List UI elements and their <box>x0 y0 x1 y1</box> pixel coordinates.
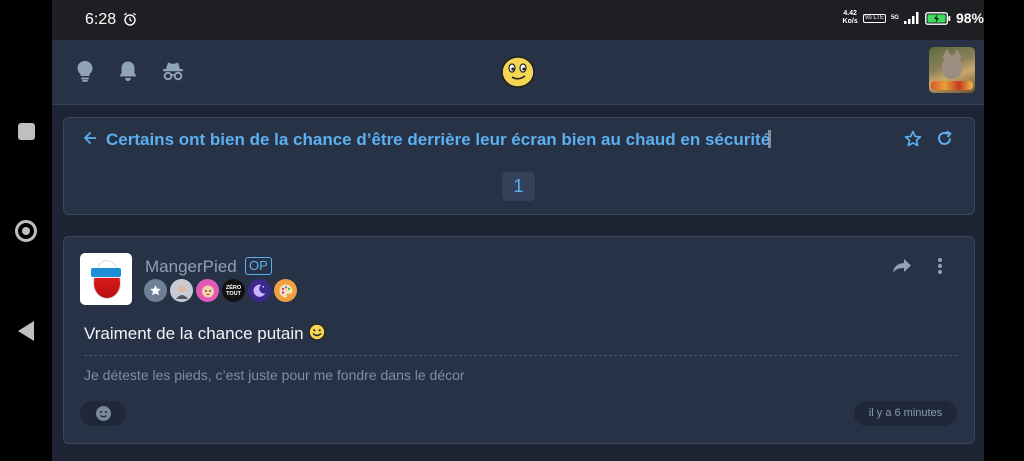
baby-face-icon <box>201 285 214 297</box>
post-card: MangerPied OP ZÉRO TOUT Vraiment de la c… <box>63 236 975 444</box>
topic-header-card: Certains ont bien de la chance d’être de… <box>63 117 975 215</box>
baby-badge[interactable] <box>196 279 219 302</box>
incognito-icon[interactable] <box>162 60 184 82</box>
star-badge[interactable] <box>144 279 167 302</box>
bell-icon[interactable] <box>118 60 138 82</box>
star-badge-icon <box>150 285 161 296</box>
lightbulb-icon[interactable] <box>76 60 94 82</box>
back-arrow-icon[interactable] <box>83 131 97 145</box>
signal-icon <box>903 12 919 24</box>
net-speed: 4.42 Ko/s <box>842 10 858 25</box>
recents-button[interactable] <box>0 118 52 144</box>
smiley-emoji-icon <box>308 323 326 341</box>
alarm-icon <box>124 12 136 26</box>
battery-percent: 98% <box>955 10 984 26</box>
kinder-egg-picture <box>93 260 121 299</box>
volte-indicator: Vo LTE <box>862 13 886 23</box>
author-avatar[interactable] <box>80 253 132 305</box>
share-icon[interactable] <box>892 258 912 274</box>
android-nav-bar <box>0 0 52 461</box>
emoji-react-icon <box>95 406 111 421</box>
cat-picture <box>942 49 962 79</box>
star-icon[interactable] <box>904 130 922 148</box>
reaction-button[interactable] <box>80 401 126 426</box>
home-button[interactable] <box>0 216 52 246</box>
page-1-button[interactable]: 1 <box>502 172 535 201</box>
right-edge-bar <box>984 0 1024 461</box>
battery-charging-icon <box>925 11 951 25</box>
op-badge: OP <box>245 257 272 275</box>
text-cursor <box>768 130 772 148</box>
zero-tout-badge[interactable]: ZÉRO TOUT <box>222 279 245 302</box>
app-window: 6:28 4.42 Ko/s Vo LTE 5G 98% Certains on… <box>52 0 984 461</box>
palette-badge[interactable] <box>274 279 297 302</box>
square-icon <box>17 122 35 140</box>
badge-list: ZÉRO TOUT <box>144 279 297 302</box>
signature-divider <box>84 355 957 356</box>
portrait-icon <box>175 285 188 299</box>
app-header <box>52 40 984 105</box>
moon-icon <box>253 284 266 297</box>
status-bar: 6:28 4.42 Ko/s Vo LTE 5G 98% <box>52 0 984 40</box>
network-type: 5G <box>890 14 899 21</box>
smiley-mascot-icon[interactable] <box>500 55 536 89</box>
more-options-icon[interactable] <box>937 257 943 275</box>
clock-time: 6:28 <box>85 11 117 28</box>
topic-title[interactable]: Certains ont bien de la chance d’être de… <box>106 130 772 150</box>
status-indicators: 4.42 Ko/s Vo LTE 5G 98% <box>843 10 984 26</box>
refresh-icon[interactable] <box>936 130 953 147</box>
post-timestamp: il y a 6 minutes <box>854 401 957 426</box>
author-name[interactable]: MangerPied <box>145 257 237 277</box>
portrait-badge[interactable] <box>170 279 193 302</box>
back-triangle-icon <box>18 321 34 341</box>
home-circle-icon <box>15 220 37 242</box>
author-signature: Je déteste les pieds, c’est juste pour m… <box>84 367 465 383</box>
user-avatar[interactable] <box>929 47 975 93</box>
palette-icon <box>279 284 292 297</box>
post-body: Vraiment de la chance putain <box>84 323 326 344</box>
back-button[interactable] <box>0 318 52 344</box>
moon-badge[interactable] <box>248 279 271 302</box>
